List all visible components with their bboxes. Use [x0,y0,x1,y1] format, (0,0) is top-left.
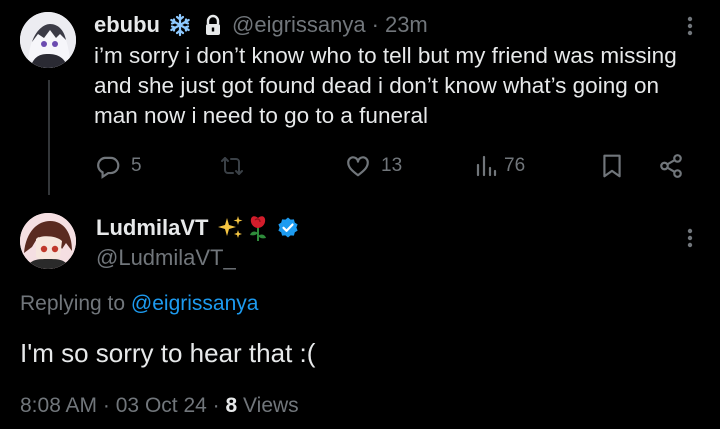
avatar-illustration [20,213,76,269]
reply-button[interactable]: 5 [95,151,142,181]
rose-icon [248,214,268,242]
reply-count: 5 [131,155,142,176]
reply-handle[interactable]: @LudmilaVT_ [96,245,236,271]
snowflake-icon [168,13,192,37]
like-icon [347,156,369,177]
parent-handle[interactable]: @eigrissanya [232,12,366,38]
reply-icon [97,156,120,179]
reply-views-count: 8 [225,394,238,417]
replying-to-mention-link[interactable]: @eigrissanya [131,292,259,315]
parent-header: ebubu @eigrissanya · 23m [94,11,428,39]
reply-header: LudmilaVT [96,213,300,243]
like-count: 13 [381,155,403,176]
like-button[interactable]: 13 [345,151,402,181]
share-button[interactable] [658,151,684,181]
header-separator: · [371,12,379,37]
reply-views-label: Views [243,394,299,417]
reply-metadata: 8:08 AM · 03 Oct 24 · 8 Views [20,394,299,418]
bookmark-icon [603,154,621,178]
reply-time[interactable]: 8:08 AM [20,394,97,417]
views-icon [476,155,497,177]
retweet-icon [221,157,243,175]
thread-connector-line [48,80,50,195]
retweet-button[interactable] [218,151,256,181]
replying-to-line: Replying to @eigrissanya [20,292,258,316]
reply-avatar[interactable] [20,213,76,269]
reply-display-name[interactable]: LudmilaVT [96,215,208,241]
reply-date[interactable]: 03 Oct 24 [116,394,207,417]
meta-separator: · [212,394,220,417]
parent-avatar[interactable] [20,12,76,68]
verified-badge-icon[interactable] [276,216,300,240]
reply-tweet-text: I'm so sorry to hear that :( [20,338,316,368]
reply-more-options-icon[interactable] [678,226,702,250]
lock-icon [204,14,222,36]
views-button[interactable]: 76 [474,151,525,181]
parent-tweet-text: i’m sorry i don’t know who to tell but m… [94,43,677,128]
replying-to-label: Replying to [20,292,126,315]
parent-display-name[interactable]: ebubu [94,12,160,38]
parent-more-options-icon[interactable] [678,14,702,38]
sparkles-icon [216,215,244,241]
meta-separator: · [102,394,110,417]
bookmark-button[interactable] [601,151,623,181]
avatar-illustration [20,12,76,68]
parent-timestamp[interactable]: 23m [385,12,428,38]
views-count: 76 [504,155,526,176]
share-icon [660,154,682,178]
